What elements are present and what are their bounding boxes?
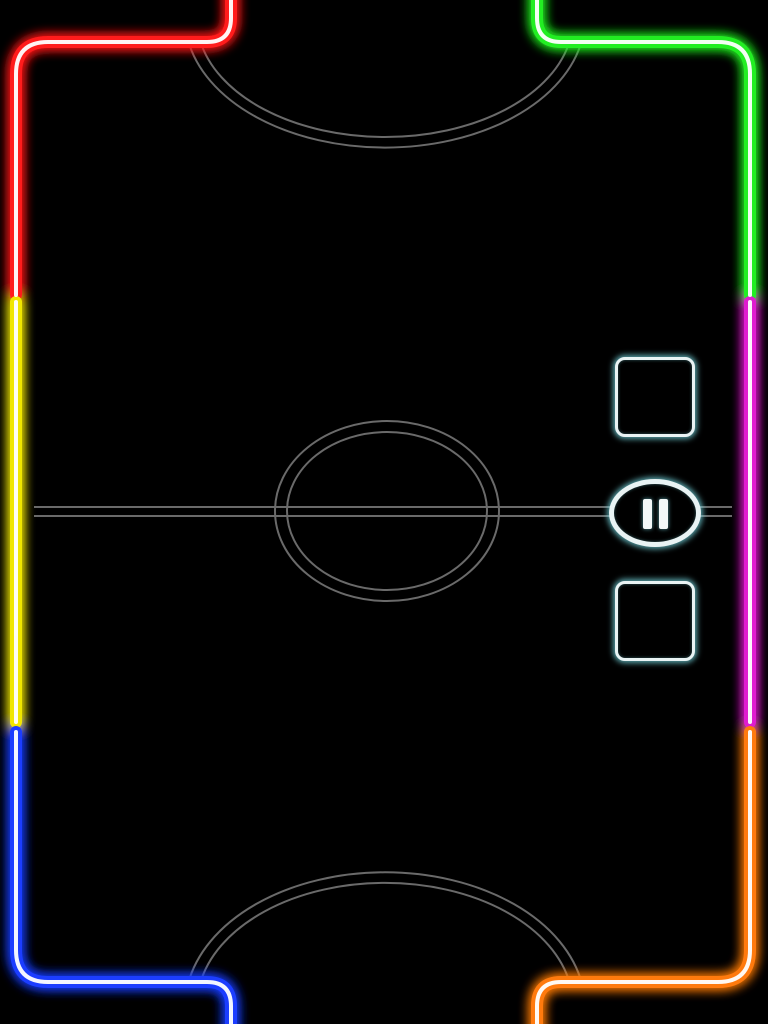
top-goal-arc-outer [187, 39, 583, 149]
border-green-top-right [531, 0, 756, 301]
bottom-goal-arc-inner [199, 881, 571, 985]
center-circle-outer [274, 420, 500, 602]
pause-button[interactable] [609, 479, 701, 547]
pause-icon-bar [659, 499, 668, 529]
top-goal-arc-inner [199, 39, 571, 139]
bottom-square-button[interactable] [615, 581, 695, 661]
center-circle-inner [286, 431, 488, 591]
game-screen[interactable] [0, 0, 768, 1024]
bottom-goal-arc-outer [187, 871, 583, 985]
border-red-top-left [10, 0, 237, 301]
pause-icon [643, 499, 652, 529]
top-square-button[interactable] [615, 357, 695, 437]
